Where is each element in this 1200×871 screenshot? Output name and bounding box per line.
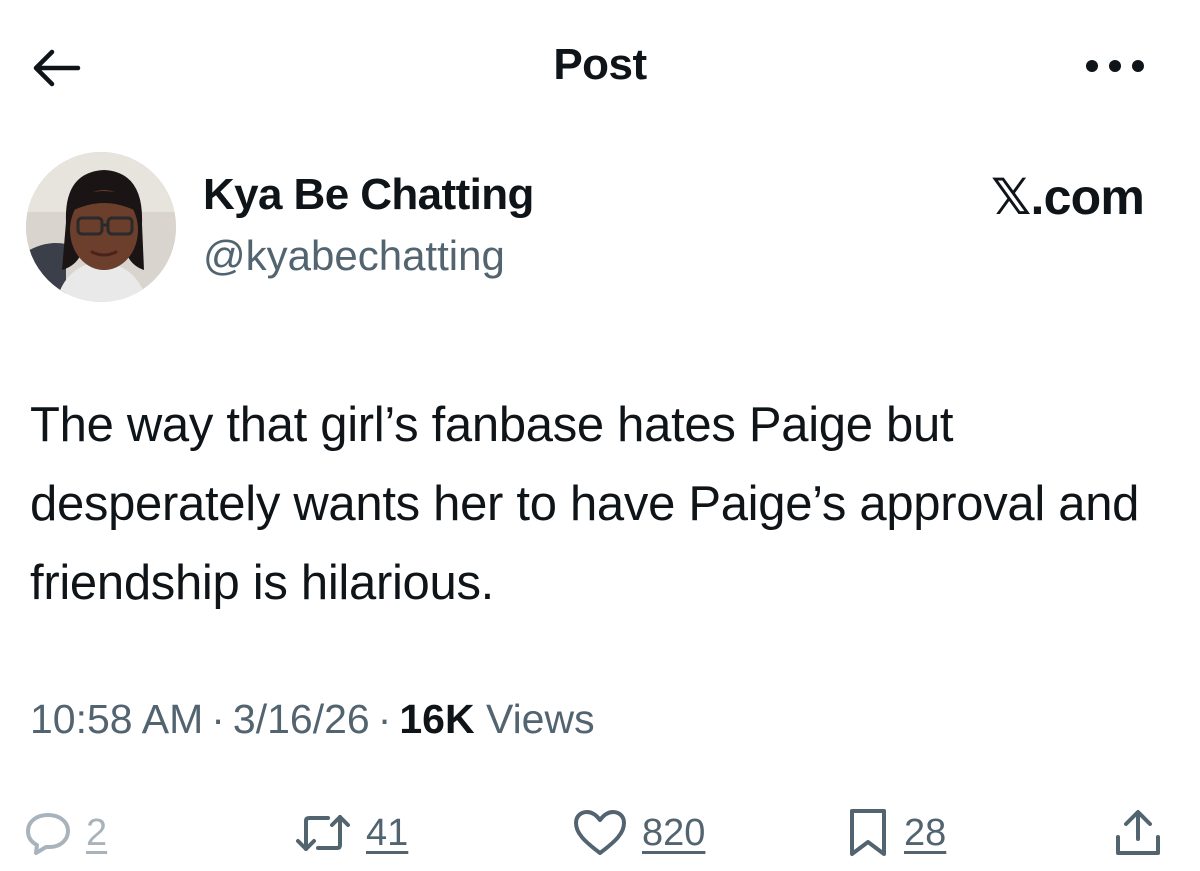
post-time[interactable]: 10:58 AM	[30, 696, 203, 742]
bookmark-button[interactable]: 28	[846, 798, 946, 868]
repost-icon	[296, 815, 350, 851]
reply-count[interactable]: 2	[86, 812, 107, 855]
top-bar: Post	[0, 0, 1200, 130]
views-label[interactable]: Views	[486, 696, 595, 742]
author-display-name[interactable]: Kya Be Chatting	[203, 170, 534, 220]
post-text: The way that girl’s fanbase hates Paige …	[30, 398, 1140, 610]
x-com-label: 𝕏.com	[991, 169, 1145, 225]
post-detail-page: Post Kya Be Chatting @kyabechatting 𝕏.co…	[0, 0, 1200, 871]
post-meta: 10:58 AM · 3/16/26 · 16K Views	[30, 696, 595, 743]
like-button[interactable]: 820	[572, 798, 705, 868]
page-title: Post	[553, 40, 647, 89]
avatar-photo	[26, 152, 176, 302]
repost-count[interactable]: 41	[366, 812, 408, 855]
author-avatar[interactable]	[26, 152, 176, 302]
like-count[interactable]: 820	[642, 812, 705, 855]
more-options-button[interactable]	[1080, 44, 1150, 88]
separator-dot: ·	[211, 696, 225, 742]
author-handle[interactable]: @kyabechatting	[203, 232, 505, 280]
views-count[interactable]: 16K	[399, 696, 474, 742]
share-icon	[1116, 810, 1160, 855]
repost-button[interactable]: 41	[294, 798, 408, 868]
heart-icon	[574, 810, 626, 855]
post-date[interactable]: 3/16/26	[233, 696, 370, 742]
bookmark-count[interactable]: 28	[904, 812, 946, 855]
reply-icon	[26, 813, 70, 855]
action-bar: 2 41 820 28	[0, 798, 1200, 868]
share-button[interactable]	[1112, 798, 1164, 868]
separator-dot: ·	[377, 696, 392, 742]
more-horizontal-icon	[1086, 60, 1144, 72]
reply-button[interactable]: 2	[24, 798, 107, 868]
bookmark-icon	[850, 809, 886, 856]
